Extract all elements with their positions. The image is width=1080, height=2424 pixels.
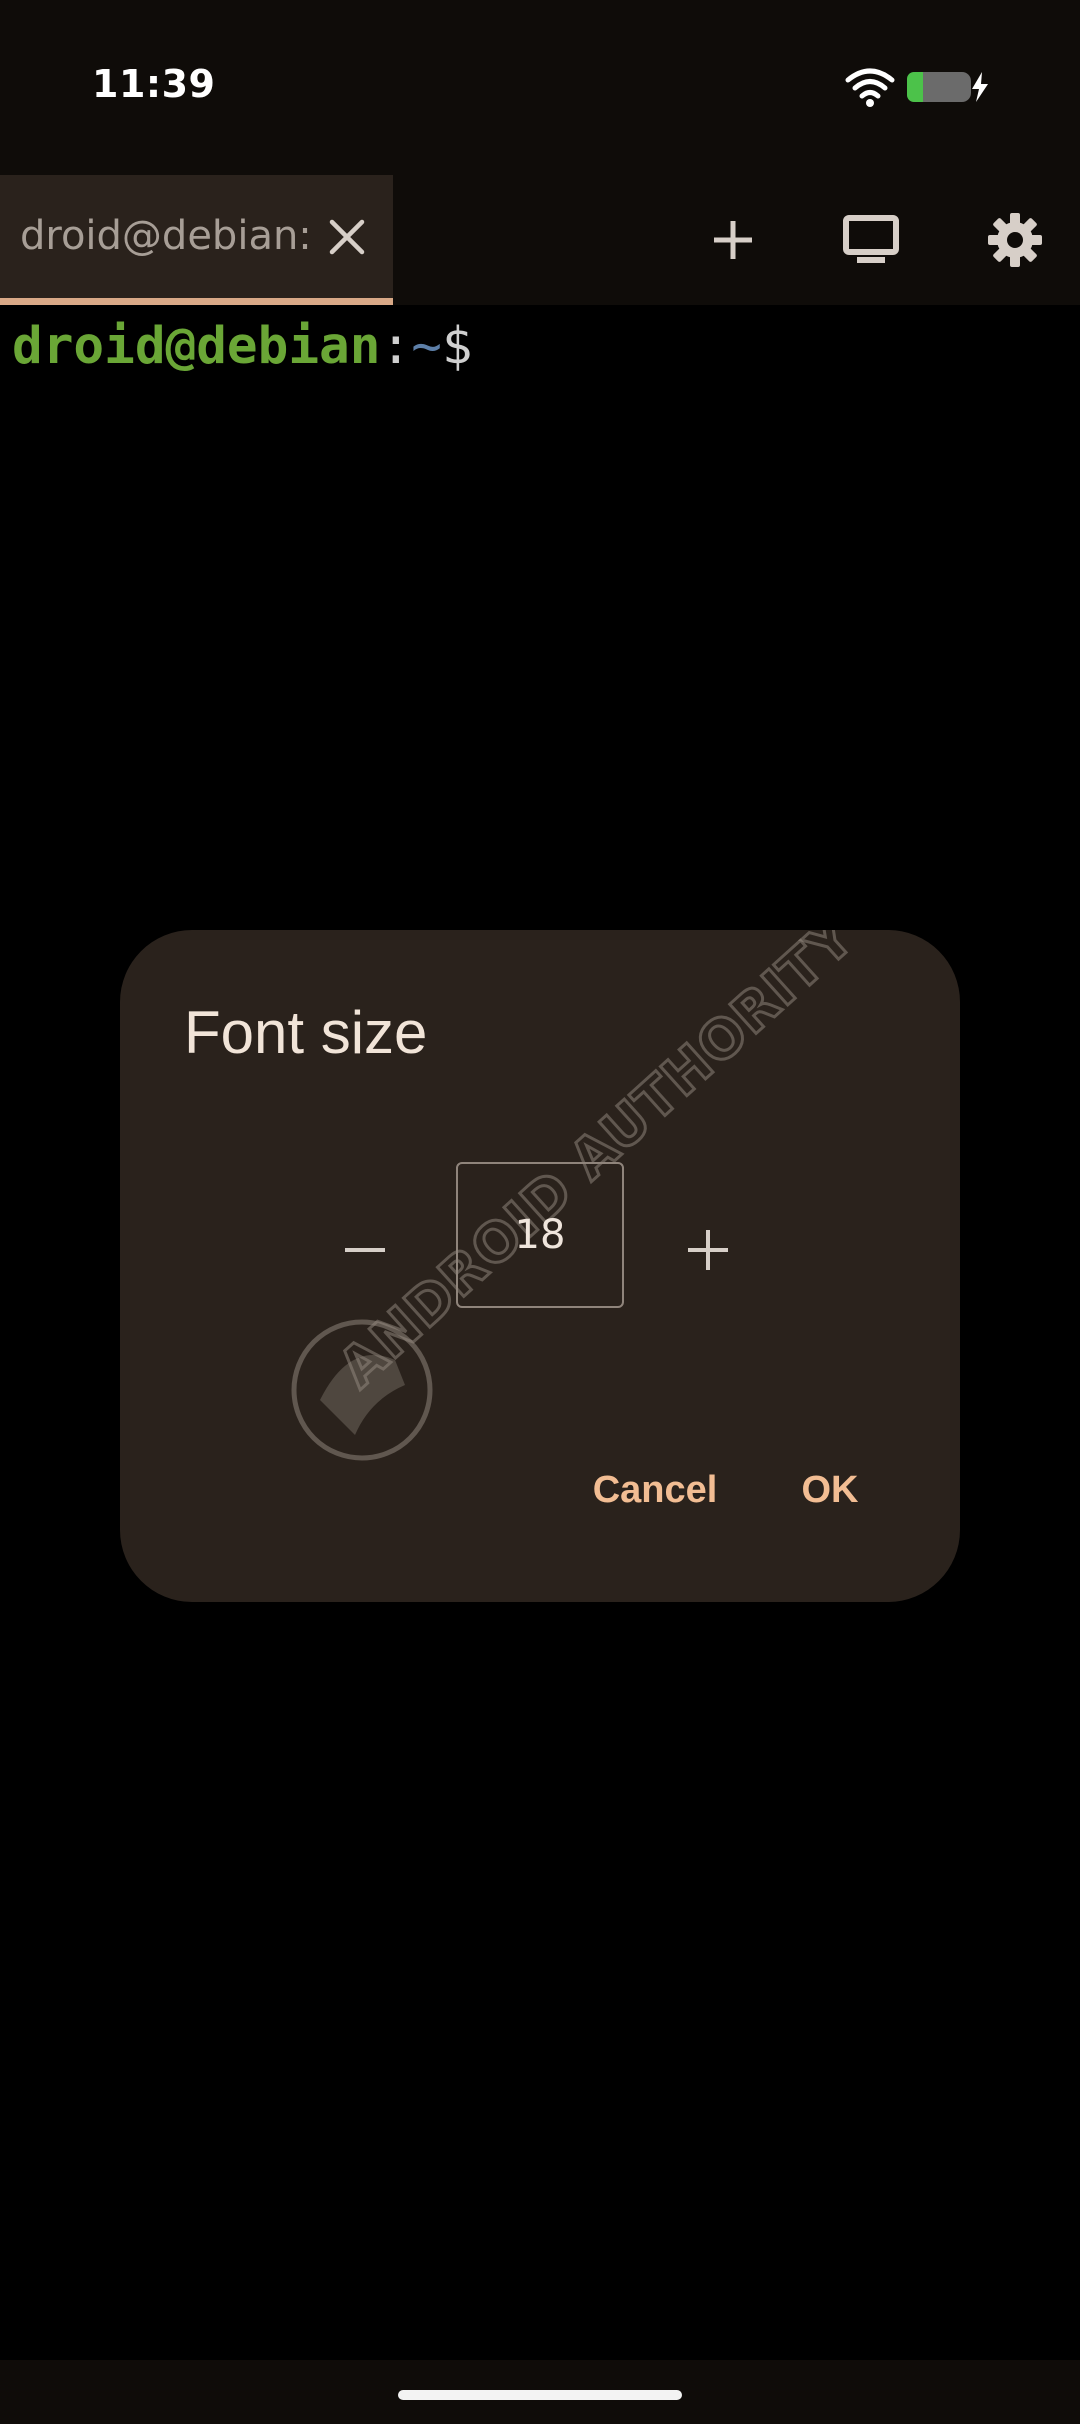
plus-icon [688,1230,728,1270]
prompt-user-host: droid@debian [12,317,381,376]
minus-icon [345,1248,385,1252]
font-size-dialog: ANDROID AUTHORITY Font size Cancel OK [120,930,960,1602]
settings-button[interactable] [980,205,1050,275]
terminal-prompt: droid@debian:~$ [12,317,473,376]
decrease-font-button[interactable] [330,1215,400,1285]
gear-icon [988,213,1042,267]
prompt-path: ~ [411,317,442,376]
ok-button[interactable]: OK [760,1450,900,1530]
display-button[interactable] [836,205,906,275]
dialog-title: Font size [184,999,428,1066]
status-bar: 11:39 [0,0,1080,175]
wifi-icon [845,68,895,107]
add-icon [714,221,752,259]
tab-label: droid@debian:~ [20,213,310,259]
battery-charging-icon [907,72,988,102]
navigation-bar [0,2360,1080,2424]
status-time: 11:39 [92,62,216,106]
prompt-colon: : [380,317,412,376]
display-icon [843,215,899,263]
font-size-field[interactable] [456,1162,624,1308]
tab-session[interactable]: droid@debian:~ [0,175,393,305]
increase-font-button[interactable] [673,1215,743,1285]
cancel-button[interactable]: Cancel [560,1450,750,1530]
add-tab-button[interactable] [698,205,768,275]
prompt-dollar: $ [441,317,473,376]
close-icon[interactable] [322,212,372,262]
home-indicator[interactable] [398,2390,682,2400]
tab-bar: droid@debian:~ [0,175,1080,305]
